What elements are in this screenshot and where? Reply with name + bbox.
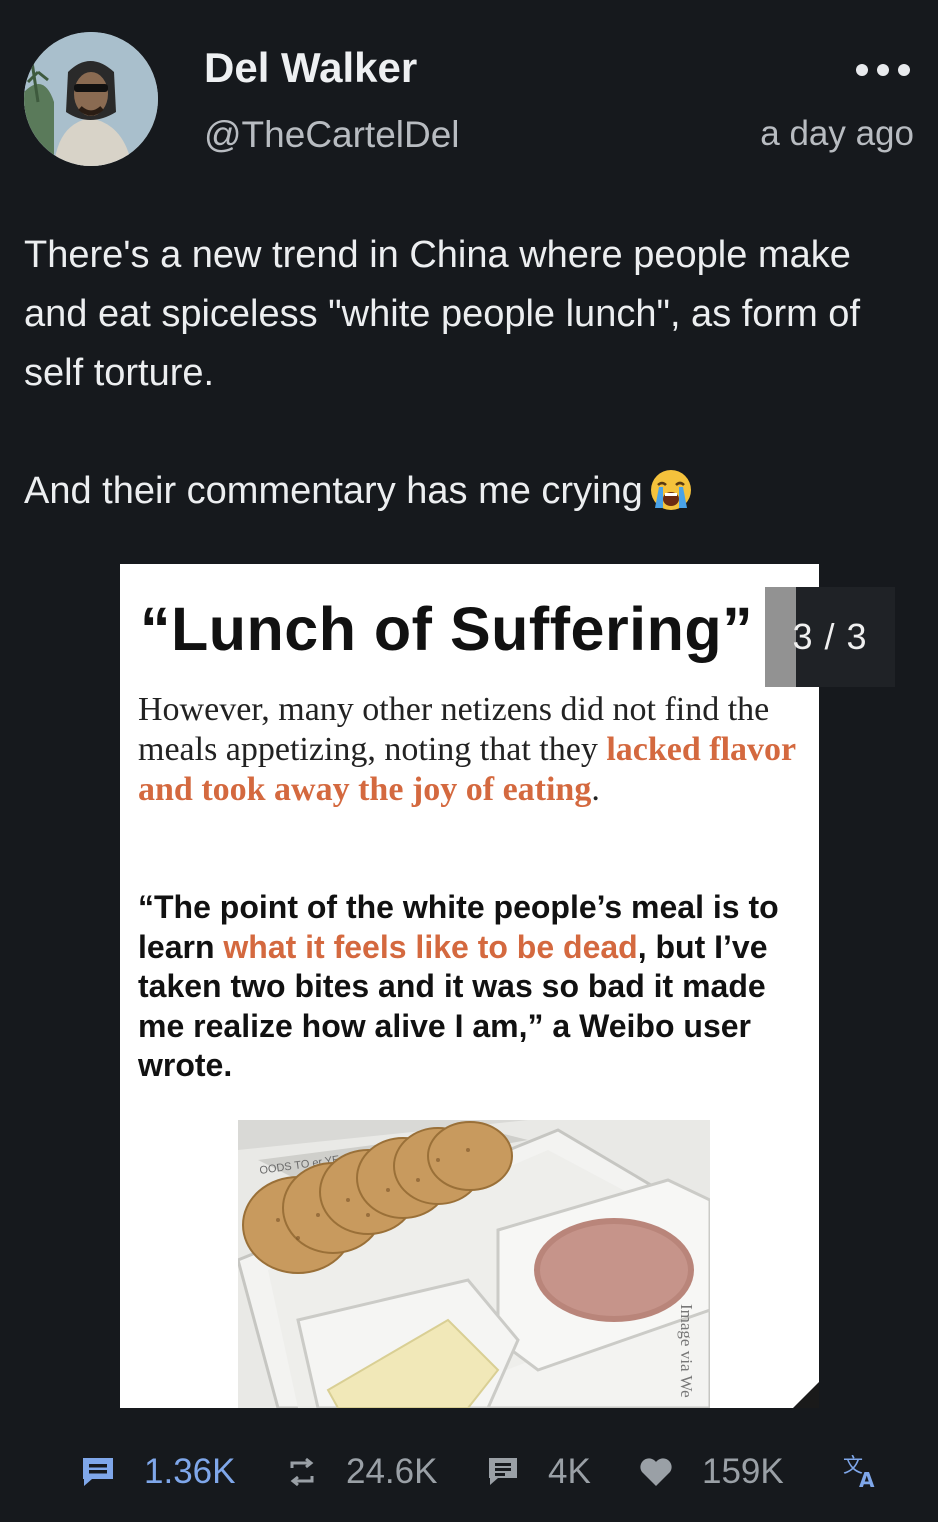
repost-button[interactable]: 24.6K [286, 1452, 437, 1492]
post-text-paragraph-1: There's a new trend in China where peopl… [24, 234, 860, 394]
like-button[interactable]: 159K [638, 1452, 784, 1492]
avatar-photo [24, 32, 158, 166]
quote-button[interactable]: 4K [486, 1452, 591, 1492]
post-text-paragraph-2-text: And their commentary has me crying [24, 470, 643, 512]
reply-button[interactable]: 1.36K [80, 1452, 235, 1492]
post-timestamp: a day ago [760, 114, 914, 153]
media-card[interactable]: “Lunch of Suffering” However, many other… [120, 564, 819, 1408]
action-bar: 1.36K 24.6K 4K 159K 文 A [0, 1440, 938, 1510]
image-corner [793, 1382, 819, 1408]
post-text-paragraph-2: And their commentary has me crying [24, 462, 919, 521]
card-quote-highlight: what it feels like to be dead [223, 928, 638, 965]
reply-count: 1.36K [144, 1452, 236, 1491]
media-counter: 3 / 3 [765, 587, 895, 687]
card-paragraph-1: However, many other netizens did not fin… [138, 690, 798, 810]
reply-icon [83, 1458, 113, 1486]
loudly-crying-face-emoji-icon [649, 468, 693, 512]
more-icon[interactable] [856, 58, 910, 82]
author-handle[interactable]: @TheCartelDel [204, 114, 460, 156]
lunch-photo: OODS TO er YE [238, 1120, 710, 1408]
translate-icon: 文 A [843, 1453, 875, 1490]
svg-text:A: A [859, 1468, 875, 1490]
card-paragraph-1-end: . [591, 771, 600, 808]
repost-count: 24.6K [346, 1452, 438, 1491]
avatar[interactable] [24, 32, 158, 166]
like-count: 159K [702, 1452, 784, 1491]
quote-icon [489, 1458, 517, 1485]
image-caption: Image via We [677, 1304, 696, 1398]
heart-icon [640, 1458, 672, 1486]
post-text: There's a new trend in China where peopl… [24, 226, 919, 521]
quote-count: 4K [548, 1452, 591, 1491]
translate-button[interactable]: 文 A [842, 1452, 880, 1490]
card-title: “Lunch of Suffering” [140, 595, 754, 663]
author-name[interactable]: Del Walker [204, 44, 417, 92]
repost-icon [290, 1457, 314, 1487]
card-quote: “The point of the white people’s meal is… [138, 888, 813, 1086]
